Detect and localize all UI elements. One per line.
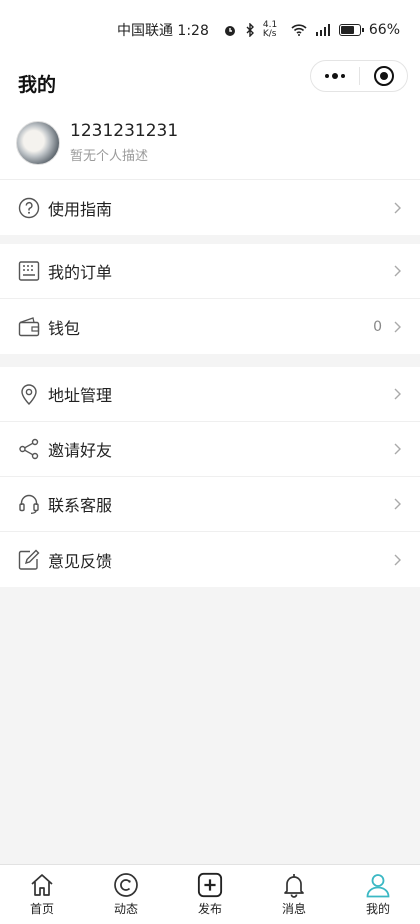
wifi-icon [291, 24, 307, 36]
signal-icon [315, 24, 330, 36]
profile-name: 1231231231 [70, 121, 179, 141]
menu-item-feedback[interactable]: 意见反馈 [0, 532, 420, 587]
tab-messages[interactable]: 消息 [252, 865, 336, 924]
battery-level: 66% [368, 22, 400, 38]
headset-icon [18, 493, 40, 515]
section-gap [0, 235, 420, 244]
chevron-right-icon [394, 388, 401, 400]
battery-icon [338, 24, 364, 36]
avatar[interactable] [16, 120, 60, 165]
location-pin-icon [18, 383, 40, 405]
chevron-right-icon [394, 443, 401, 455]
tab-label-messages: 消息 [281, 902, 306, 916]
menu-item-guide[interactable]: 使用指南 [0, 180, 420, 235]
profile-group: 1231231231 暂无个人描述 使用指南 [0, 106, 420, 235]
menu-label-service: 联系客服 [48, 496, 113, 515]
settings-group: 地址管理 邀请好友 联系客服 意见反馈 [0, 367, 420, 587]
tab-mine[interactable]: 我的 [336, 865, 420, 924]
menu-item-wallet[interactable]: 钱包 0 [0, 299, 420, 354]
order-list-icon [18, 260, 40, 282]
profile-description: 暂无个人描述 [70, 149, 149, 164]
nav-bar: 我的 [0, 60, 420, 106]
menu-label-orders: 我的订单 [48, 263, 113, 282]
more-menu-button[interactable] [311, 73, 359, 79]
tab-label-mine: 我的 [365, 902, 390, 916]
wallet-balance: 0 [373, 318, 382, 335]
chevron-right-icon [394, 321, 401, 332]
tab-label-feed: 动态 [113, 902, 138, 916]
tab-label-publish: 发布 [197, 902, 222, 916]
target-icon [373, 66, 394, 86]
chevron-right-icon [394, 265, 401, 277]
tab-feed[interactable]: 动态 [84, 865, 168, 924]
page-title: 我的 [18, 73, 57, 96]
miniapp-capsule [310, 60, 408, 92]
status-icons: 4.1 K/s 66% [223, 21, 400, 39]
menu-item-address[interactable]: 地址管理 [0, 367, 420, 422]
tab-home[interactable]: 首页 [0, 865, 84, 924]
section-gap [0, 354, 420, 367]
orders-group: 我的订单 钱包 0 [0, 244, 420, 354]
profile-text: 1231231231 暂无个人描述 [70, 121, 178, 164]
tab-label-home: 首页 [29, 902, 54, 916]
tab-bar: 首页 动态 发布 消息 我的 [0, 864, 420, 924]
wallet-icon [18, 316, 40, 338]
menu-item-service[interactable]: 联系客服 [0, 477, 420, 532]
menu-label-guide: 使用指南 [48, 199, 113, 219]
net-speed: 4.1 K/s [262, 20, 278, 39]
menu-label-feedback: 意见反馈 [48, 551, 113, 571]
menu-label-address: 地址管理 [48, 386, 113, 405]
share-icon [18, 438, 40, 460]
status-bar: 中国联通 1:28 4.1 K/s 66% [0, 0, 420, 60]
close-miniapp-button[interactable] [360, 66, 407, 86]
bell-icon [281, 872, 307, 898]
menu-item-orders[interactable]: 我的订单 [0, 244, 420, 299]
main-content: 1231231231 暂无个人描述 使用指南 我的订单 钱包 0 地址管理 邀请… [0, 106, 420, 587]
home-icon [29, 872, 55, 898]
menu-item-invite[interactable]: 邀请好友 [0, 422, 420, 477]
alarm-icon [224, 26, 235, 36]
chevron-right-icon [394, 498, 401, 510]
carrier-time: 中国联通 1:28 [116, 23, 209, 39]
publish-icon [197, 872, 223, 898]
help-icon [18, 197, 40, 219]
user-icon [365, 872, 391, 898]
chevron-right-icon [394, 554, 401, 565]
menu-label-wallet: 钱包 [48, 318, 81, 338]
menu-label-invite: 邀请好友 [48, 441, 113, 460]
tab-publish[interactable]: 发布 [168, 865, 252, 924]
edit-icon [18, 549, 40, 571]
profile-card[interactable]: 1231231231 暂无个人描述 [0, 106, 420, 180]
chevron-right-icon [394, 202, 401, 213]
bluetooth-icon [246, 23, 254, 37]
feed-icon [113, 872, 139, 898]
